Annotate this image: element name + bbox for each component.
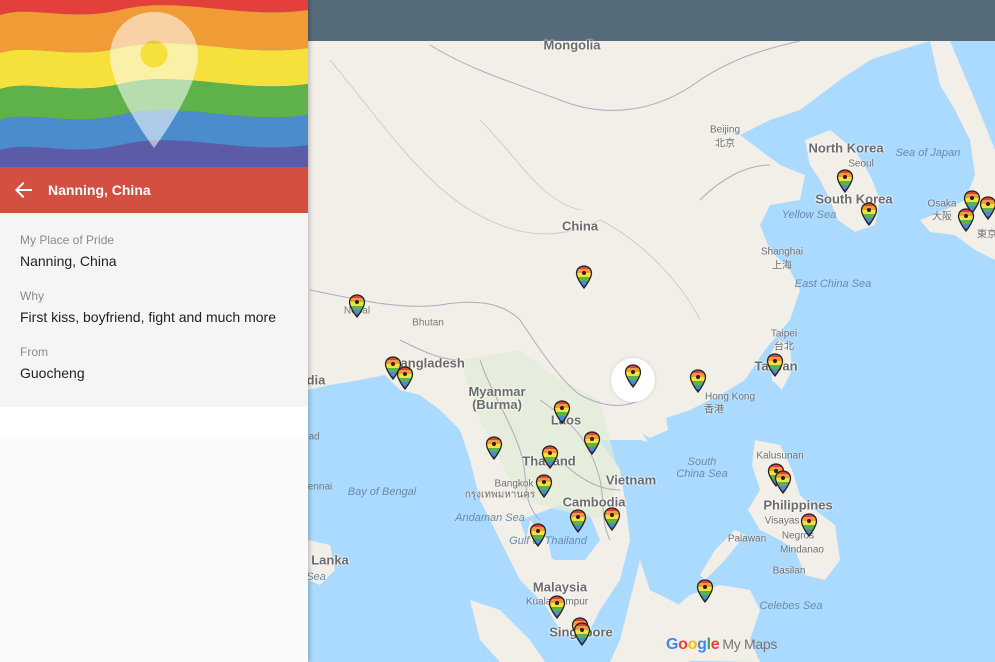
pride-pin-marker[interactable] (800, 513, 818, 537)
map-pin-icon (800, 513, 818, 537)
map-pin-icon (575, 265, 593, 289)
pride-pin-marker[interactable] (553, 400, 571, 424)
pride-pin-marker[interactable] (569, 509, 587, 533)
map-pin-icon (573, 622, 591, 646)
hero-rainbow-image (0, 0, 308, 167)
side-panel: Nanning, China My Place of Pride Nanning… (0, 0, 308, 662)
map-pin-icon (535, 474, 553, 498)
field-label: My Place of Pride (20, 233, 115, 247)
place-title: Nanning, China (48, 182, 151, 198)
pride-pin-marker[interactable] (603, 507, 621, 531)
field-label: Why (20, 289, 44, 303)
place-title-bar: Nanning, China (0, 167, 308, 213)
map-pin-icon (696, 579, 714, 603)
pride-pin-marker[interactable] (396, 366, 414, 390)
pride-pin-marker[interactable] (860, 202, 878, 226)
map-pin-icon (689, 369, 707, 393)
map-pin-icon (583, 431, 601, 455)
map-pin-icon (766, 353, 784, 377)
google-wordmark: Google (666, 636, 720, 653)
field-label: From (20, 345, 48, 359)
pride-pin-marker[interactable] (696, 579, 714, 603)
pride-pin-marker[interactable] (766, 353, 784, 377)
map-pin-icon (957, 208, 975, 232)
map-pin-icon (860, 202, 878, 226)
pride-pin-marker[interactable] (774, 470, 792, 494)
map-pin-icon (396, 366, 414, 390)
field-value: Guocheng (20, 365, 85, 381)
map-top-bar (308, 0, 995, 41)
pride-pin-marker[interactable] (979, 196, 995, 220)
map-pin-icon (774, 470, 792, 494)
map-pin-icon (348, 294, 366, 318)
map-pin-icon (541, 445, 559, 469)
pride-pin-marker[interactable] (583, 431, 601, 455)
field-why: Why First kiss, boyfriend, fight and muc… (20, 289, 288, 325)
pride-pin-marker[interactable] (529, 523, 547, 547)
map-pin-icon (529, 523, 547, 547)
map-pin-icon (485, 436, 503, 460)
pride-pin-marker[interactable] (836, 169, 854, 193)
field-value: First kiss, boyfriend, fight and much mo… (20, 309, 276, 325)
map-pin-icon (836, 169, 854, 193)
field-from: From Guocheng (20, 345, 288, 381)
map-pin-icon (548, 595, 566, 619)
map-pin-icon (979, 196, 995, 220)
pride-pin-marker[interactable] (689, 369, 707, 393)
pride-pin-marker[interactable] (624, 364, 642, 388)
map-pin-icon (553, 400, 571, 424)
pride-pin-marker[interactable] (548, 595, 566, 619)
back-button[interactable] (0, 167, 48, 213)
pride-pin-marker[interactable] (575, 265, 593, 289)
google-my-maps-logo: Google My Maps (666, 636, 778, 653)
pride-pin-marker[interactable] (535, 474, 553, 498)
map-pin-icon (624, 364, 642, 388)
panel-divider (0, 407, 308, 439)
field-value: Nanning, China (20, 253, 117, 269)
pride-pin-marker[interactable] (573, 622, 591, 646)
pride-pin-marker[interactable] (957, 208, 975, 232)
pride-pin-marker[interactable] (348, 294, 366, 318)
map-pin-icon (603, 507, 621, 531)
map-pin-icon (569, 509, 587, 533)
place-details: My Place of Pride Nanning, China Why Fir… (0, 213, 308, 407)
field-place-of-pride: My Place of Pride Nanning, China (20, 233, 288, 269)
arrow-left-icon (15, 182, 32, 198)
pride-pin-marker[interactable] (541, 445, 559, 469)
pride-pin-marker[interactable] (485, 436, 503, 460)
